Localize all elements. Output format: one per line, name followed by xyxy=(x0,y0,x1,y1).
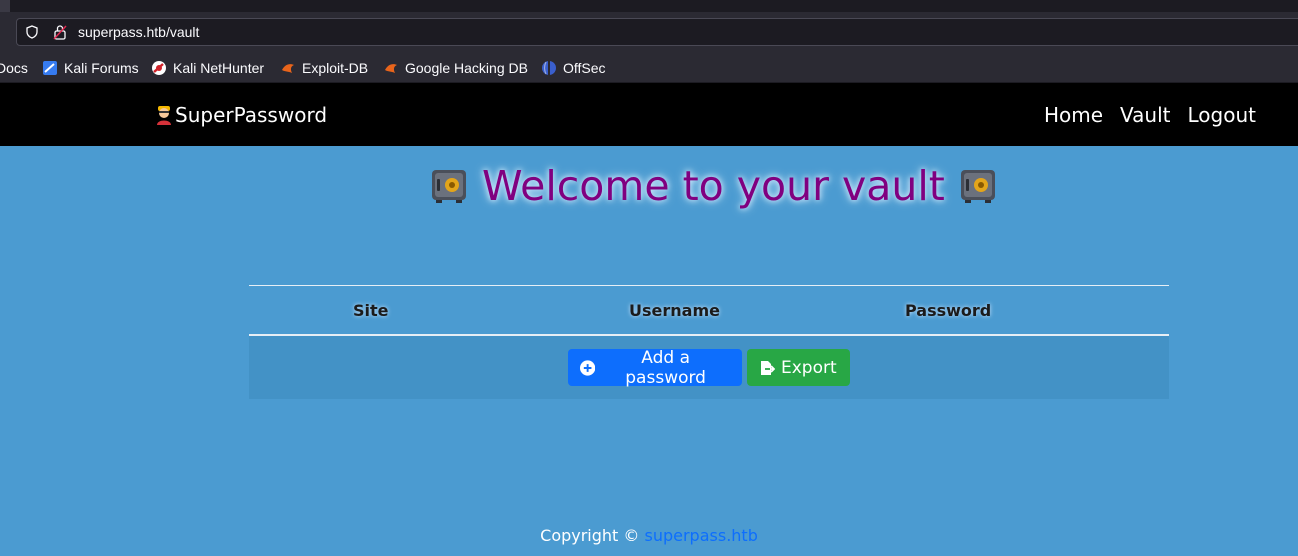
safe-icon xyxy=(960,170,995,203)
bookmark-google-hacking-db[interactable]: Google Hacking DB xyxy=(383,59,528,77)
person-emoji-icon xyxy=(157,106,171,125)
copyright-text: Copyright © xyxy=(540,526,640,545)
nav-links: Home Vault Logout xyxy=(1044,103,1256,127)
column-header-password: Password xyxy=(905,301,992,320)
column-header-site: Site xyxy=(353,301,389,320)
vault-table: Site Username Password Add a password Ex… xyxy=(249,285,1169,399)
plus-circle-icon xyxy=(580,359,596,376)
nav-logout[interactable]: Logout xyxy=(1188,103,1256,127)
safe-icon xyxy=(432,170,466,203)
tab-edge[interactable] xyxy=(0,0,10,12)
table-header: Site Username Password xyxy=(249,285,1169,336)
bookmark-label: OffSec xyxy=(563,60,606,76)
add-password-button[interactable]: Add a password xyxy=(568,347,742,388)
exploit-db-icon xyxy=(282,64,294,73)
bookmark-label: Kali NetHunter xyxy=(173,60,265,76)
footer: Copyright © superpass.htb xyxy=(0,526,1298,545)
brand-name: SuperPassword xyxy=(175,103,328,127)
page-heading: Welcome to your vault xyxy=(430,162,997,210)
bookmark-label: Google Hacking DB xyxy=(405,60,528,76)
page-title: Welcome to your vault xyxy=(482,162,945,210)
bookmark-label: Exploit-DB xyxy=(302,60,369,76)
footer-link[interactable]: superpass.htb xyxy=(645,526,758,545)
bookmarks-toolbar: Docs Kali Forums Kali NetHunter Exploit-… xyxy=(0,53,1298,83)
address-bar[interactable]: superpass.htb/vault xyxy=(16,18,1298,46)
kali-forums-icon xyxy=(43,61,57,75)
bookmark-kali-forums[interactable]: Kali Forums xyxy=(42,59,139,77)
tracking-protection-shield-icon[interactable] xyxy=(25,25,39,39)
export-button[interactable]: Export xyxy=(747,349,850,386)
bookmark-kali-nethunter[interactable]: Kali NetHunter xyxy=(151,59,264,77)
add-password-label: Add a password xyxy=(625,347,706,388)
column-header-username: Username xyxy=(629,301,720,320)
file-export-icon xyxy=(761,360,775,375)
url-text[interactable]: superpass.htb/vault xyxy=(78,24,199,40)
site-navbar: SuperPassword Home Vault Logout xyxy=(0,83,1298,146)
browser-tab-strip xyxy=(0,0,1298,12)
bookmark-label: Kali Forums xyxy=(64,60,139,76)
bookmark-exploit-db[interactable]: Exploit-DB xyxy=(280,59,368,77)
export-label: Export xyxy=(781,357,837,378)
insecure-lock-icon[interactable] xyxy=(53,24,67,40)
offsec-icon xyxy=(542,61,556,75)
table-action-row: Add a password Export xyxy=(249,336,1169,399)
bookmark-label: Docs xyxy=(0,60,28,76)
bookmark-docs[interactable]: Docs xyxy=(0,59,28,77)
ghdb-icon xyxy=(385,64,397,73)
nav-vault[interactable]: Vault xyxy=(1120,103,1170,127)
nav-home[interactable]: Home xyxy=(1044,103,1103,127)
kali-nethunter-icon xyxy=(152,61,166,75)
brand-link[interactable]: SuperPassword xyxy=(155,103,327,127)
browser-toolbar: superpass.htb/vault xyxy=(0,12,1298,53)
bookmark-offsec[interactable]: OffSec xyxy=(541,59,606,77)
